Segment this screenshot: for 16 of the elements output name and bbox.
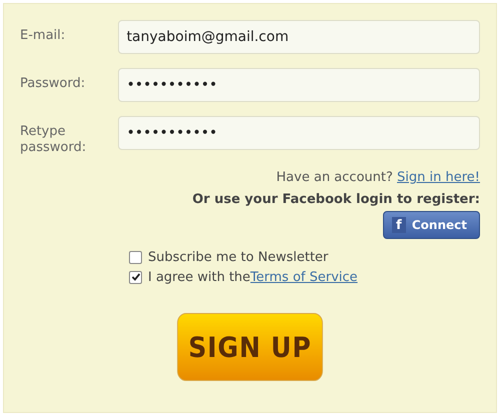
checkbox[interactable] — [129, 270, 142, 284]
checkbox-label: I agree with theTerms of Service — [148, 270, 358, 284]
input-field[interactable]: ••••••••••• — [118, 68, 480, 102]
signin-text: Have an account? Sign in here! — [276, 170, 480, 185]
facebook-prompt: Or use your Facebook login to register: — [192, 192, 480, 207]
terms-link[interactable]: Terms of Service — [250, 270, 358, 284]
input-field[interactable]: ••••••••••• — [118, 116, 480, 150]
field-label: Retype password: — [20, 124, 88, 156]
checkbox[interactable] — [129, 250, 142, 264]
input-field[interactable]: tanyaboim@gmail.com — [118, 20, 480, 54]
signin-link[interactable]: Sign in here! — [397, 170, 480, 185]
field-label: E-mail: — [20, 28, 66, 44]
facebook-connect-button[interactable]: f Connect — [382, 211, 480, 239]
sign-up-button[interactable]: SIGN UP — [177, 313, 323, 381]
field-label: Password: — [20, 76, 86, 92]
checkbox-label: Subscribe me to Newsletter — [148, 250, 328, 264]
